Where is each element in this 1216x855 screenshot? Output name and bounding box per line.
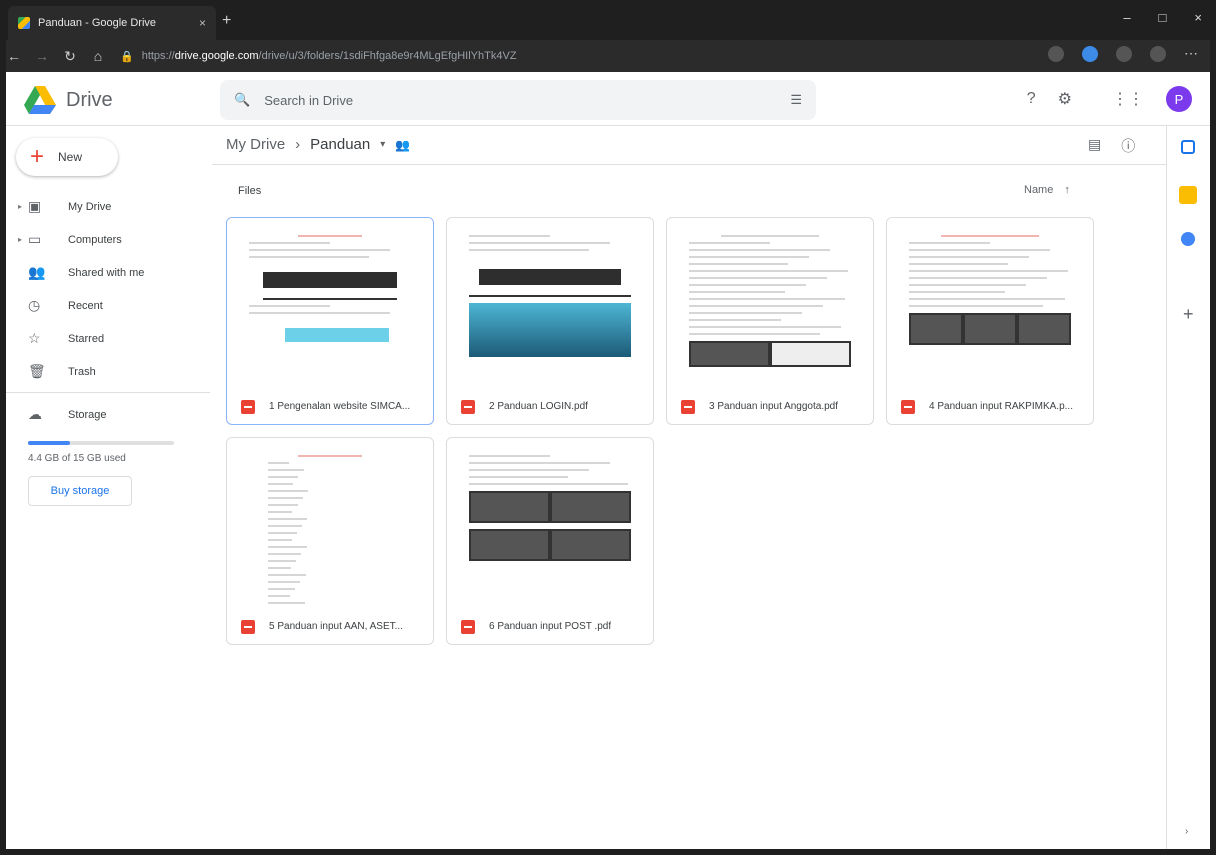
window-frame [0,0,1216,855]
